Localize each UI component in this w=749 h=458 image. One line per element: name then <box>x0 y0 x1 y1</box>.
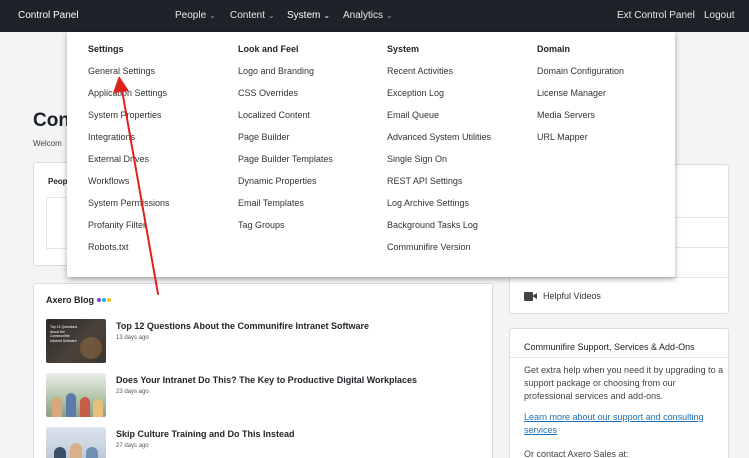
menu-item-advanced-system-utilities[interactable]: Advanced System Utilities <box>387 131 491 153</box>
system-dropdown-menu: Settings General Settings Application Se… <box>67 32 675 277</box>
blog-card: Axero Blog Top 12 Questions About the Co… <box>33 283 493 458</box>
dropdown-column-domain: Domain Domain Configuration License Mana… <box>537 43 624 153</box>
menu-item-workflows[interactable]: Workflows <box>88 175 170 197</box>
menu-item-communifire-version[interactable]: Communifire Version <box>387 241 491 263</box>
menu-item-logo-and-branding[interactable]: Logo and Branding <box>238 65 333 87</box>
menu-item-email-templates[interactable]: Email Templates <box>238 197 333 219</box>
blog-title-label: Axero Blog <box>46 295 95 305</box>
dropdown-column-settings: Settings General Settings Application Se… <box>88 43 170 263</box>
divider <box>510 277 728 278</box>
column-heading: Settings <box>88 44 124 54</box>
menu-item-application-settings[interactable]: Application Settings <box>88 87 170 109</box>
support-consulting-link[interactable]: Learn more about our support and consult… <box>524 411 724 437</box>
nav-content[interactable]: Content ⌄ <box>230 10 275 21</box>
dot-yellow <box>107 298 112 302</box>
helpful-videos-link[interactable]: Helpful Videos <box>524 291 601 301</box>
blog-post-date: 27 days ago <box>116 443 149 449</box>
chevron-down-icon: ⌄ <box>268 11 275 20</box>
logout-link[interactable]: Logout <box>704 10 735 21</box>
column-heading: System <box>387 44 420 54</box>
nav-people-label: People <box>175 10 207 21</box>
blog-post-title[interactable]: Skip Culture Training and Do This Instea… <box>116 429 295 439</box>
menu-item-general-settings[interactable]: General Settings <box>88 65 170 87</box>
nav-system[interactable]: System ⌄ <box>287 10 330 21</box>
menu-item-email-queue[interactable]: Email Queue <box>387 109 491 131</box>
dot-purple <box>97 298 102 302</box>
menu-item-media-servers[interactable]: Media Servers <box>537 109 624 131</box>
support-card-title: Communifire Support, Services & Add-Ons <box>524 342 695 352</box>
thumbnail-caption: Top 12 Questions About the Communifire I… <box>50 325 78 343</box>
helpful-videos-label: Helpful Videos <box>543 291 601 301</box>
menu-item-rest-api-settings[interactable]: REST API Settings <box>387 175 491 197</box>
menu-item-page-builder[interactable]: Page Builder <box>238 131 333 153</box>
page-title: Con <box>33 110 70 131</box>
menu-item-localized-content[interactable]: Localized Content <box>238 109 333 131</box>
nav-content-label: Content <box>230 10 266 21</box>
menu-item-system-properties[interactable]: System Properties <box>88 109 170 131</box>
nav-analytics[interactable]: Analytics ⌄ <box>343 10 393 21</box>
brand-control-panel[interactable]: Control Panel <box>18 10 79 21</box>
divider <box>510 357 728 358</box>
blog-post-thumbnail[interactable]: Top 12 Questions About the Communifire I… <box>46 319 106 363</box>
menu-item-license-manager[interactable]: License Manager <box>537 87 624 109</box>
people-card-title: Peop <box>48 177 68 186</box>
menu-item-exception-log[interactable]: Exception Log <box>387 87 491 109</box>
menu-item-single-sign-on[interactable]: Single Sign On <box>387 153 491 175</box>
menu-item-recent-activities[interactable]: Recent Activities <box>387 65 491 87</box>
menu-item-system-permissions[interactable]: System Permissions <box>88 197 170 219</box>
blog-post-title[interactable]: Top 12 Questions About the Communifire I… <box>116 321 369 331</box>
support-card: Communifire Support, Services & Add-Ons … <box>509 328 729 458</box>
blog-title: Axero Blog <box>46 295 112 305</box>
chevron-down-icon: ⌄ <box>386 11 393 20</box>
nav-people[interactable]: People ⌄ <box>175 10 216 21</box>
blog-post-thumbnail[interactable] <box>46 373 106 417</box>
menu-item-log-archive-settings[interactable]: Log Archive Settings <box>387 197 491 219</box>
dropdown-column-system: System Recent Activities Exception Log E… <box>387 43 491 263</box>
blog-post-date: 23 days ago <box>116 389 149 395</box>
chevron-down-icon: ⌄ <box>209 11 216 20</box>
menu-item-url-mapper[interactable]: URL Mapper <box>537 131 624 153</box>
dropdown-column-look-and-feel: Look and Feel Logo and Branding CSS Over… <box>238 43 333 241</box>
menu-item-domain-configuration[interactable]: Domain Configuration <box>537 65 624 87</box>
blog-post-date: 13 days ago <box>116 335 149 341</box>
column-heading: Domain <box>537 44 571 54</box>
menu-item-css-overrides[interactable]: CSS Overrides <box>238 87 333 109</box>
dot-blue <box>102 298 107 302</box>
menu-item-dynamic-properties[interactable]: Dynamic Properties <box>238 175 333 197</box>
menu-item-robots-txt[interactable]: Robots.txt <box>88 241 170 263</box>
menu-item-integrations[interactable]: Integrations <box>88 131 170 153</box>
menu-item-profanity-filter[interactable]: Profanity Filter <box>88 219 170 241</box>
blog-dots-icon <box>97 298 112 302</box>
ext-control-panel-link[interactable]: Ext Control Panel <box>617 10 695 21</box>
video-camera-icon <box>524 291 537 301</box>
nav-system-label: System <box>287 10 321 21</box>
nav-analytics-label: Analytics <box>343 10 384 21</box>
column-heading: Look and Feel <box>238 44 299 54</box>
contact-sales-text: Or contact Axero Sales at: <box>524 449 629 458</box>
welcome-text: Welcom <box>33 139 62 148</box>
blog-post-thumbnail[interactable] <box>46 427 106 458</box>
menu-item-tag-groups[interactable]: Tag Groups <box>238 219 333 241</box>
support-body-text: Get extra help when you need it by upgra… <box>524 365 724 401</box>
blog-post-title[interactable]: Does Your Intranet Do This? The Key to P… <box>116 375 417 385</box>
menu-item-external-drives[interactable]: External Drives <box>88 153 170 175</box>
top-nav-bar: Control Panel People ⌄ Content ⌄ System ⌄ A… <box>0 0 749 32</box>
menu-item-page-builder-templates[interactable]: Page Builder Templates <box>238 153 333 175</box>
menu-item-background-tasks-log[interactable]: Background Tasks Log <box>387 219 491 241</box>
chevron-down-icon: ⌄ <box>323 11 331 20</box>
